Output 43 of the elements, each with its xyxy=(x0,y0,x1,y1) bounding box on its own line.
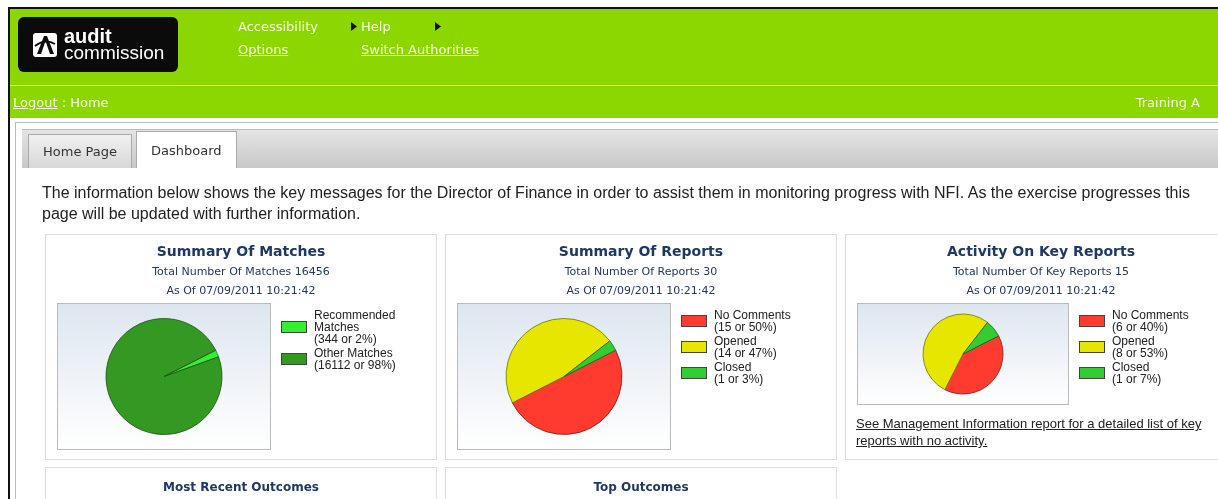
logo-text: audit xyxy=(64,27,112,45)
card-subtitle: Total Number Of Reports 30 xyxy=(564,265,718,278)
legend-label: No Comments xyxy=(714,309,792,321)
caret-icon xyxy=(435,22,441,31)
card-title: Summary Of Matches xyxy=(156,243,326,259)
legend-label: Opened xyxy=(714,335,758,347)
nav-link[interactable]: Switch Authorities xyxy=(361,42,511,57)
account-text: Training A xyxy=(1135,94,1200,110)
legend-label: Other Matches xyxy=(314,347,394,359)
logo-text: commission xyxy=(64,44,165,62)
card-subtitle: Total Number Of Key Reports 15 xyxy=(953,265,1129,278)
legend-value: (8 or 53%) xyxy=(1112,347,1170,359)
card-title: Top Outcomes xyxy=(593,480,689,496)
legend-label: Recommended Matches xyxy=(314,309,397,333)
legend-value: (15 or 50%) xyxy=(714,321,778,333)
intro-paragraph: The information below shows the key messages for the Director of Finance in order to assist them in monitoring progress with NFI. As the exercise progresses this page will be updated with further information. xyxy=(42,183,1192,224)
card-title: Summary Of Reports xyxy=(558,243,724,259)
nav-link[interactable]: Options xyxy=(238,42,361,57)
card-date: As Of 07/09/2011 10:21:42 xyxy=(166,284,316,297)
report-link[interactable]: See Management Information report for a detailed list of key reports with no activity. xyxy=(856,415,1218,449)
legend-value: (344 or 2%) xyxy=(314,333,378,345)
legend-value: (14 or 47%) xyxy=(714,347,778,359)
logout-link[interactable]: Logout xyxy=(13,94,58,110)
logo-icon xyxy=(32,31,58,58)
card-date: As Of 07/09/2011 10:21:42 xyxy=(966,284,1116,297)
legend-value: (6 or 40%) xyxy=(1112,321,1170,333)
legend-value: (16112 or 98%) xyxy=(314,359,397,371)
breadcrumb-text: : Home xyxy=(61,94,109,110)
legend-value: (1 or 3%) xyxy=(714,373,765,385)
legend-label: Closed xyxy=(714,361,753,373)
tab[interactable]: Home Page xyxy=(28,134,132,168)
card-date: As Of 07/09/2011 10:21:42 xyxy=(566,284,716,297)
card-title: Activity On Key Reports xyxy=(947,243,1135,259)
legend-label: Closed xyxy=(1112,361,1151,373)
card-subtitle: Total Number Of Matches 16456 xyxy=(152,265,330,278)
tab[interactable]: Dashboard xyxy=(136,131,237,168)
menu-item[interactable]: Accessibility xyxy=(238,19,361,34)
legend-label: Opened xyxy=(1112,335,1156,347)
menu-item[interactable]: Help xyxy=(361,19,511,34)
legend-label: No Comments xyxy=(1112,309,1190,321)
caret-icon xyxy=(351,22,357,31)
card-title: Most Recent Outcomes xyxy=(163,480,319,496)
legend-value: (1 or 7%) xyxy=(1112,373,1163,385)
